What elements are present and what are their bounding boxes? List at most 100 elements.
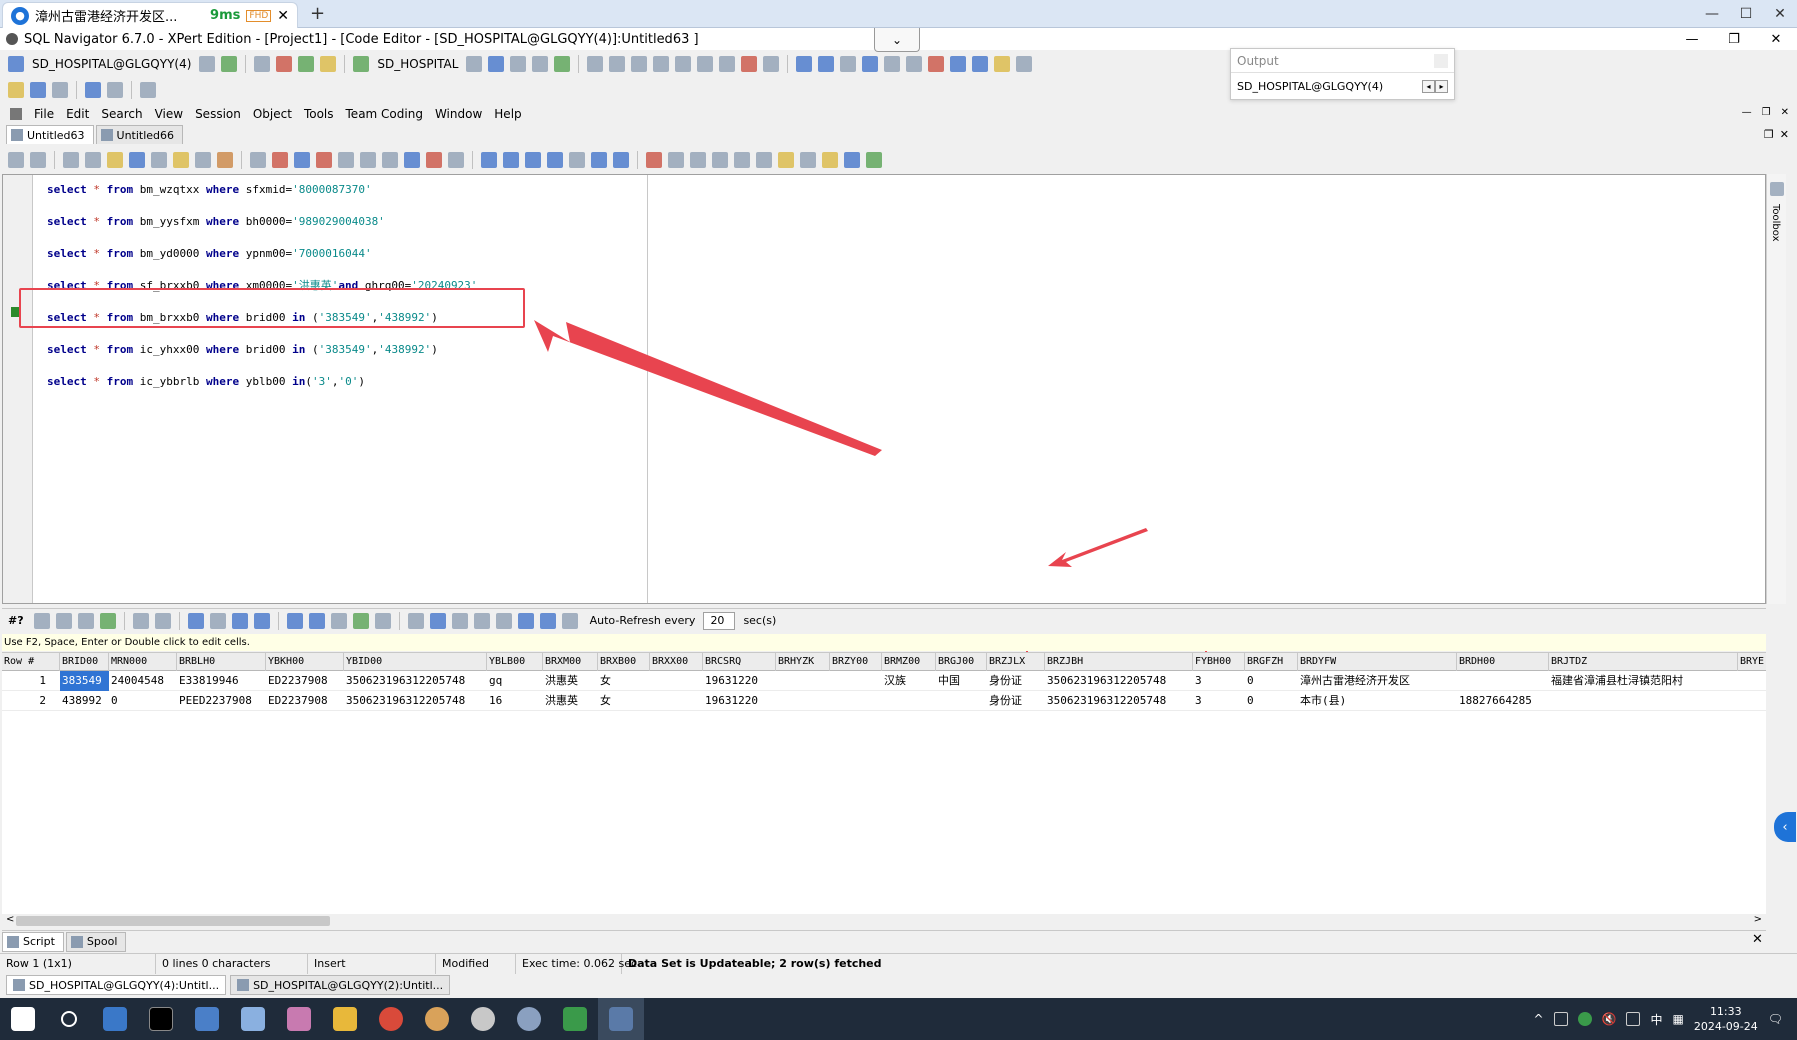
column-header[interactable]: BRZY00 <box>830 653 882 671</box>
taskbar-app-paint[interactable] <box>276 998 322 1040</box>
grid-cell[interactable]: 中国 <box>936 671 987 691</box>
menu-help[interactable]: Help <box>494 107 521 121</box>
side-panel-collapse-button[interactable]: ‹ <box>1774 812 1796 842</box>
schema-selector[interactable]: SD_HOSPITAL <box>373 57 462 71</box>
new-file-icon[interactable] <box>63 152 79 168</box>
grid-cell[interactable] <box>650 691 703 711</box>
cancel-edit-icon[interactable] <box>374 612 391 629</box>
grid-cell[interactable]: 身份证 <box>987 691 1045 711</box>
grid-cell[interactable] <box>830 691 882 711</box>
copy-icon[interactable] <box>587 56 604 72</box>
print-grid-icon[interactable] <box>132 612 149 629</box>
grid-cell[interactable] <box>1738 691 1766 711</box>
clear-filter-icon[interactable] <box>272 152 288 168</box>
settings-icon[interactable] <box>1016 56 1033 72</box>
taskbar-app-sqlnav[interactable] <box>552 998 598 1040</box>
app-restore-button[interactable]: ❐ <box>1713 28 1755 50</box>
code-line[interactable]: select * from ic_yhxx00 where brid00 in … <box>47 341 438 359</box>
insert-record-icon[interactable] <box>286 612 303 629</box>
indent-icon[interactable] <box>448 152 464 168</box>
grid-cell[interactable]: 身份证 <box>987 671 1045 691</box>
bookmark-icon[interactable] <box>822 152 838 168</box>
tray-expand-icon[interactable]: ^ <box>1533 1012 1543 1026</box>
last-icon[interactable] <box>613 152 629 168</box>
d-view-icon[interactable] <box>451 612 468 629</box>
compare-icon[interactable] <box>697 56 714 72</box>
clear-grid-filter-icon[interactable] <box>55 612 72 629</box>
grid-cell[interactable] <box>1549 691 1738 711</box>
lock-icon[interactable] <box>719 56 736 72</box>
grid-cell[interactable]: ED2237908 <box>266 691 344 711</box>
grid-cell[interactable]: 350623196312205748 <box>1045 691 1193 711</box>
grid-cell[interactable]: 383549 <box>60 671 109 691</box>
tree-icon[interactable] <box>950 56 967 72</box>
taskbar-app-remote[interactable] <box>92 998 138 1040</box>
explain-plan-icon[interactable] <box>338 152 354 168</box>
mdi-close-button[interactable]: ✕ <box>1781 107 1789 118</box>
sql-icon[interactable] <box>884 56 901 72</box>
tab-untitled63[interactable]: Untitled63 <box>6 125 94 144</box>
next-record-icon[interactable] <box>231 612 248 629</box>
column-header[interactable]: BRZJLX <box>987 653 1045 671</box>
filter-grid-icon[interactable] <box>33 612 50 629</box>
column-header[interactable]: BRBLH0 <box>177 653 266 671</box>
mdi-minimize-button[interactable]: — <box>1742 107 1752 118</box>
taskbar-app-explorer[interactable] <box>322 998 368 1040</box>
save-as-icon[interactable] <box>151 152 167 168</box>
edit-icon[interactable] <box>840 56 857 72</box>
execute-icon[interactable] <box>173 152 189 168</box>
editor-gutter[interactable] <box>3 175 33 603</box>
minimize-button[interactable]: — <box>1695 0 1729 28</box>
tray-mute-icon[interactable]: 🔇 <box>1602 1012 1617 1026</box>
ime-indicator[interactable]: 中 <box>1650 1011 1662 1028</box>
sql-mode-icon[interactable] <box>404 152 420 168</box>
code-line[interactable]: select * from bm_yysfxm where bh0000='98… <box>47 213 385 231</box>
toolbox-strip[interactable]: Toolbox <box>1766 174 1786 604</box>
column-header[interactable]: FYBH00 <box>1193 653 1245 671</box>
tool-icon[interactable] <box>466 56 483 72</box>
code-line[interactable]: select * from bm_yd0000 where ypnm00='70… <box>47 245 372 263</box>
describe-icon[interactable] <box>360 152 376 168</box>
close-tab-icon[interactable]: ✕ <box>277 8 289 24</box>
find-icon[interactable] <box>631 56 648 72</box>
format-icon[interactable] <box>675 56 692 72</box>
grid-cell[interactable]: 福建省漳浦县杜浔镇范阳村 <box>1549 671 1738 691</box>
tab-spool[interactable]: Spool <box>65 931 127 952</box>
grid-view-icon[interactable] <box>517 612 534 629</box>
format-code-icon[interactable] <box>866 152 882 168</box>
grid-cell[interactable] <box>882 691 936 711</box>
column-header[interactable]: BRGFZH <box>1245 653 1298 671</box>
column-header[interactable]: BRID00 <box>60 653 109 671</box>
layout-icon[interactable] <box>140 82 156 98</box>
print-icon[interactable] <box>52 82 68 98</box>
prev-record-icon[interactable] <box>209 612 226 629</box>
column-header[interactable]: BRZJBH <box>1045 653 1193 671</box>
column-header[interactable]: BRGJ00 <box>936 653 987 671</box>
tab-untitled66[interactable]: Untitled66 <box>95 125 184 144</box>
redo-icon[interactable] <box>107 82 123 98</box>
grid-cell[interactable]: 2 <box>2 691 60 711</box>
post-edit-icon[interactable] <box>352 612 369 629</box>
open-folder-icon[interactable] <box>8 82 24 98</box>
app-close-button[interactable]: ✕ <box>1755 28 1797 50</box>
table-row[interactable]: 1 383549 24004548 E33819946 ED2237908 3506231… <box>2 671 1766 691</box>
column-header[interactable]: BRDH00 <box>1457 653 1549 671</box>
refresh-grid-icon[interactable] <box>99 612 116 629</box>
column-header[interactable]: YBLB00 <box>487 653 543 671</box>
rollback-icon[interactable] <box>320 56 337 72</box>
breakpoint-icon[interactable] <box>646 152 662 168</box>
save-icon[interactable] <box>30 82 46 98</box>
grid-cell[interactable] <box>936 691 987 711</box>
grid-cell[interactable]: 19631220 <box>703 671 776 691</box>
taskbar-app-service[interactable] <box>506 998 552 1040</box>
grid-cell[interactable] <box>830 671 882 691</box>
first-record-icon[interactable] <box>187 612 204 629</box>
nid-view-icon[interactable] <box>495 612 512 629</box>
network-icon[interactable] <box>221 56 238 72</box>
grid-cell[interactable] <box>776 671 830 691</box>
doc-c-icon[interactable] <box>734 152 750 168</box>
stop-icon[interactable] <box>276 56 293 72</box>
menu-window[interactable]: Window <box>435 107 482 121</box>
tray-keyboard-icon[interactable]: ▦ <box>1672 1012 1683 1026</box>
code-line[interactable]: select * from ic_ybbrlb where yblb00 in(… <box>47 373 365 391</box>
